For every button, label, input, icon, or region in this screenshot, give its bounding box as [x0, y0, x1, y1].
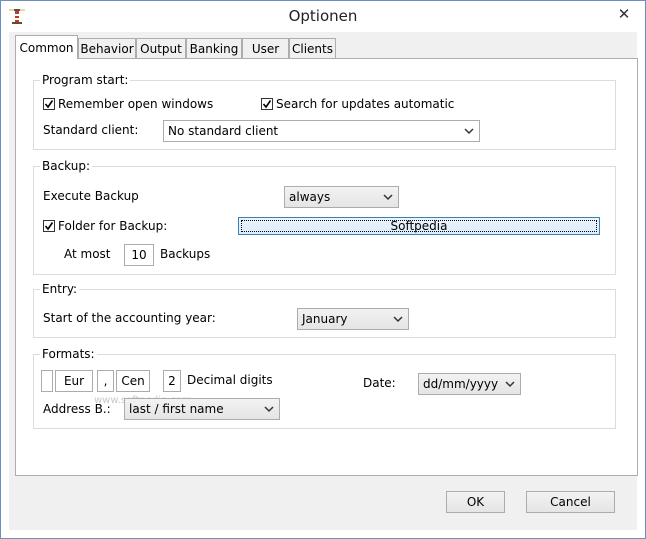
- backup-folder-label: Folder for Backup:: [58, 219, 168, 233]
- execute-backup-value: always: [289, 190, 331, 204]
- title-bar: Optionen ✕: [1, 1, 645, 31]
- accounting-year-select[interactable]: January: [297, 308, 409, 330]
- accounting-year-label: Start of the accounting year:: [43, 311, 216, 325]
- standard-client-value: No standard client: [168, 124, 279, 138]
- backup-group: Backup: Execute Backup always Folder for…: [33, 159, 616, 275]
- search-updates-label: Search for updates automatic: [276, 97, 455, 111]
- standard-client-select[interactable]: No standard client: [163, 120, 480, 142]
- backup-folder-checkbox[interactable]: [43, 220, 55, 232]
- tab-user[interactable]: User: [242, 38, 289, 58]
- address-select[interactable]: last / first name: [124, 398, 280, 420]
- cent-input[interactable]: Cen: [116, 370, 150, 392]
- ok-button[interactable]: OK: [446, 491, 505, 513]
- program-start-title: Program start:: [40, 73, 131, 87]
- tab-common[interactable]: Common: [15, 35, 78, 59]
- checkmark-icon: [44, 222, 54, 231]
- chevron-down-icon: [464, 128, 474, 135]
- decimal-digits-input[interactable]: 2: [163, 370, 181, 392]
- tab-banking[interactable]: Banking: [186, 38, 242, 58]
- chevron-down-icon: [383, 194, 393, 201]
- cancel-button[interactable]: Cancel: [526, 491, 615, 513]
- window-title: Optionen: [288, 7, 358, 25]
- standard-client-label: Standard client:: [43, 123, 139, 137]
- backup-folder-button[interactable]: Softpedia: [238, 217, 600, 235]
- tab-output[interactable]: Output: [136, 38, 186, 58]
- accounting-year-value: January: [302, 312, 348, 326]
- entry-title: Entry:: [40, 282, 80, 296]
- options-dialog: Optionen ✕ Common Behavior Output Bankin…: [0, 0, 646, 539]
- close-icon[interactable]: ✕: [611, 4, 637, 24]
- backups-label: Backups: [160, 247, 211, 261]
- tab-behavior[interactable]: Behavior: [78, 38, 136, 58]
- remember-windows-checkbox[interactable]: [43, 98, 55, 110]
- date-format-value: dd/mm/yyyy: [423, 377, 499, 391]
- address-value: last / first name: [129, 402, 224, 416]
- entry-group: Entry: Start of the accounting year: Jan…: [33, 282, 616, 338]
- execute-backup-label: Execute Backup: [43, 189, 139, 203]
- chevron-down-icon: [393, 316, 403, 323]
- backup-title: Backup:: [40, 159, 93, 173]
- date-label: Date:: [363, 376, 396, 390]
- dialog-client-area: Common Behavior Output Banking User Clie…: [9, 32, 638, 530]
- common-tab-panel: Program start: Remember open windows Sea…: [15, 58, 638, 476]
- decimal-separator-input[interactable]: ,: [97, 370, 114, 392]
- decimal-digits-label: Decimal digits: [187, 373, 273, 387]
- checkmark-icon: [44, 100, 54, 109]
- chevron-down-icon: [505, 381, 515, 388]
- currency-prefix-input[interactable]: [41, 370, 53, 392]
- at-most-label: At most: [64, 247, 111, 261]
- formats-title: Formats:: [40, 347, 97, 361]
- date-format-select[interactable]: dd/mm/yyyy: [418, 373, 521, 395]
- currency-input[interactable]: Eur: [55, 370, 93, 392]
- program-start-group: Program start: Remember open windows Sea…: [33, 73, 616, 150]
- max-backups-input[interactable]: 10: [124, 244, 154, 266]
- checkmark-icon: [262, 100, 272, 109]
- search-updates-checkbox[interactable]: [261, 98, 273, 110]
- chevron-down-icon: [264, 406, 274, 413]
- execute-backup-select[interactable]: always: [284, 186, 399, 208]
- tab-clients[interactable]: Clients: [289, 38, 336, 58]
- formats-group: Formats: Eur , Cen 2 Decimal digits Date…: [33, 347, 616, 429]
- remember-windows-label: Remember open windows: [58, 97, 214, 111]
